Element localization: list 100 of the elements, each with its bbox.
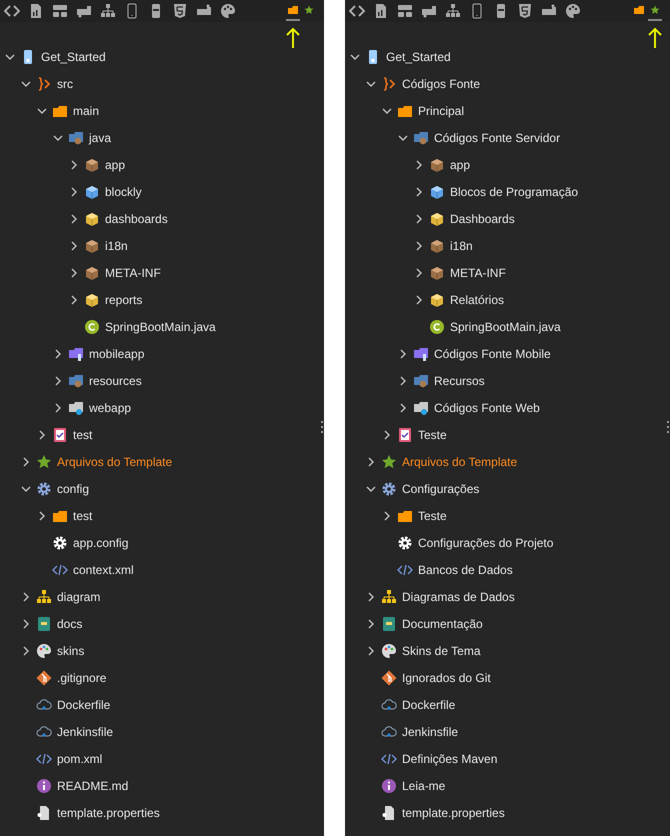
chevron-right-icon[interactable] — [37, 510, 47, 520]
chart-file-icon[interactable] — [28, 3, 44, 19]
chevron-right-icon[interactable] — [414, 294, 424, 304]
palette-icon[interactable] — [220, 3, 236, 19]
chart-file-icon[interactable] — [373, 3, 389, 19]
tree-item-label[interactable]: Códigos Fonte — [402, 74, 480, 92]
chevron-right-icon[interactable] — [366, 592, 376, 602]
tree-item-label[interactable]: Bancos de Dados — [418, 560, 513, 578]
chevron-right-icon[interactable] — [398, 376, 408, 386]
tree-item-label[interactable]: Leia-me — [402, 776, 446, 794]
tree-item-label[interactable]: Dockerfile — [402, 696, 456, 714]
chevron-right-icon[interactable] — [366, 456, 376, 466]
chevron-down-icon[interactable] — [398, 132, 408, 142]
tree-item-label[interactable]: Teste — [418, 426, 447, 444]
tree-item-label[interactable]: context.xml — [73, 560, 134, 578]
tree-item-label[interactable]: Principal — [418, 102, 464, 120]
resize-handle-icon[interactable] — [666, 420, 670, 434]
chevron-right-icon[interactable] — [366, 646, 376, 656]
tree-item-label[interactable]: META-INF — [450, 264, 506, 282]
hierarchy-icon[interactable] — [100, 3, 116, 19]
tree-item-label[interactable]: Arquivos do Template — [402, 452, 518, 470]
chevron-right-icon[interactable] — [382, 510, 392, 520]
tree-item-label[interactable]: blockly — [105, 182, 142, 200]
chevron-down-icon[interactable] — [37, 106, 47, 116]
chevron-right-icon[interactable] — [69, 240, 79, 250]
resize-handle-icon[interactable] — [320, 420, 324, 434]
tree-item-label[interactable]: dashboards — [105, 210, 168, 228]
tree-item-label[interactable]: SpringBootMain.java — [105, 318, 216, 336]
tree-item-label[interactable]: config — [57, 480, 90, 498]
tree-item-label[interactable]: SpringBootMain.java — [450, 318, 561, 336]
chevron-down-icon[interactable] — [5, 52, 15, 62]
chevron-down-icon[interactable] — [366, 78, 376, 88]
tree-item-label[interactable]: Diagramas de Dados — [402, 588, 515, 606]
chevron-right-icon[interactable] — [382, 430, 392, 440]
chevron-right-icon[interactable] — [69, 214, 79, 224]
tree-item-label[interactable]: test — [73, 506, 92, 524]
chevron-down-icon[interactable] — [53, 132, 63, 142]
tree-item-label[interactable]: Jenkinsfile — [57, 722, 114, 740]
html5-icon[interactable] — [172, 3, 188, 19]
tree-item-label[interactable]: resources — [89, 372, 142, 390]
chevron-down-icon[interactable] — [21, 484, 31, 494]
tree-item-label[interactable]: Configurações do Projeto — [418, 534, 554, 552]
chevron-down-icon[interactable] — [366, 484, 376, 494]
chevron-right-icon[interactable] — [21, 456, 31, 466]
chevron-right-icon[interactable] — [414, 160, 424, 170]
chevron-right-icon[interactable] — [21, 646, 31, 656]
chevron-right-icon[interactable] — [69, 294, 79, 304]
tree-item-label[interactable]: webapp — [89, 398, 132, 416]
tree-item-label[interactable]: .gitignore — [57, 668, 106, 686]
chevron-right-icon[interactable] — [398, 402, 408, 412]
tree-item-label[interactable]: java — [89, 128, 112, 146]
hierarchy-icon[interactable] — [445, 3, 461, 19]
tree-item-label[interactable]: Configurações — [402, 480, 480, 498]
tree-item-label[interactable]: Teste — [418, 506, 447, 524]
chevron-right-icon[interactable] — [414, 186, 424, 196]
tree-item-label[interactable]: main — [73, 102, 100, 120]
code-icon[interactable] — [4, 3, 20, 19]
tree-item-label[interactable]: app.config — [73, 534, 128, 552]
chevron-right-icon[interactable] — [37, 430, 47, 440]
tree-item-label[interactable]: src — [57, 74, 73, 92]
chevron-down-icon[interactable] — [382, 106, 392, 116]
tree-item-label[interactable]: app — [450, 156, 470, 174]
tree-item-label[interactable]: Arquivos do Template — [57, 452, 172, 470]
chevron-right-icon[interactable] — [21, 618, 31, 628]
tree-item-label[interactable]: mobileapp — [89, 344, 144, 362]
tree-item-label[interactable]: Dockerfile — [57, 696, 110, 714]
chevron-right-icon[interactable] — [69, 160, 79, 170]
tree-item-label[interactable]: reports — [105, 290, 142, 308]
chevron-right-icon[interactable] — [69, 186, 79, 196]
chevron-right-icon[interactable] — [366, 618, 376, 628]
tree-item-label[interactable]: Definições Maven — [402, 750, 498, 768]
html5-icon[interactable] — [517, 3, 533, 19]
tree-item-label[interactable]: template.properties — [402, 804, 505, 822]
tree-item-label[interactable]: diagram — [57, 588, 100, 606]
tree-item-label[interactable]: Ignorados do Git — [402, 668, 491, 686]
tree-item-label[interactable]: Recursos — [434, 372, 485, 390]
tree-item-label[interactable]: README.md — [57, 776, 128, 794]
chevron-right-icon[interactable] — [414, 240, 424, 250]
tree-item-label[interactable]: app — [105, 156, 126, 174]
tree-item-label[interactable]: docs — [57, 614, 82, 632]
tree-item-label[interactable]: Blocos de Programação — [450, 182, 578, 200]
chevron-right-icon[interactable] — [53, 376, 63, 386]
chevron-right-icon[interactable] — [69, 268, 79, 278]
tree-item-label[interactable]: Get_Started — [41, 48, 106, 66]
tree-item-label[interactable]: Relatórios — [450, 290, 504, 308]
palette-icon[interactable] — [565, 3, 581, 19]
chevron-right-icon[interactable] — [21, 592, 31, 602]
tree-item-label[interactable]: pom.xml — [57, 750, 102, 768]
chevron-right-icon[interactable] — [414, 214, 424, 224]
tree-item-label[interactable]: test — [73, 426, 92, 444]
tree-item-label[interactable]: template.properties — [57, 804, 160, 822]
tree-item-label[interactable]: i18n — [450, 236, 473, 254]
chevron-right-icon[interactable] — [414, 268, 424, 278]
chevron-down-icon[interactable] — [21, 78, 31, 88]
chevron-right-icon[interactable] — [53, 402, 63, 412]
tree-item-label[interactable]: Códigos Fonte Servidor — [434, 128, 560, 146]
tree-item-label[interactable]: Jenkinsfile — [402, 722, 458, 740]
tree-item-label[interactable]: Documentação — [402, 614, 483, 632]
tree-item-label[interactable]: META-INF — [105, 264, 161, 282]
layout-icon[interactable] — [52, 3, 68, 19]
